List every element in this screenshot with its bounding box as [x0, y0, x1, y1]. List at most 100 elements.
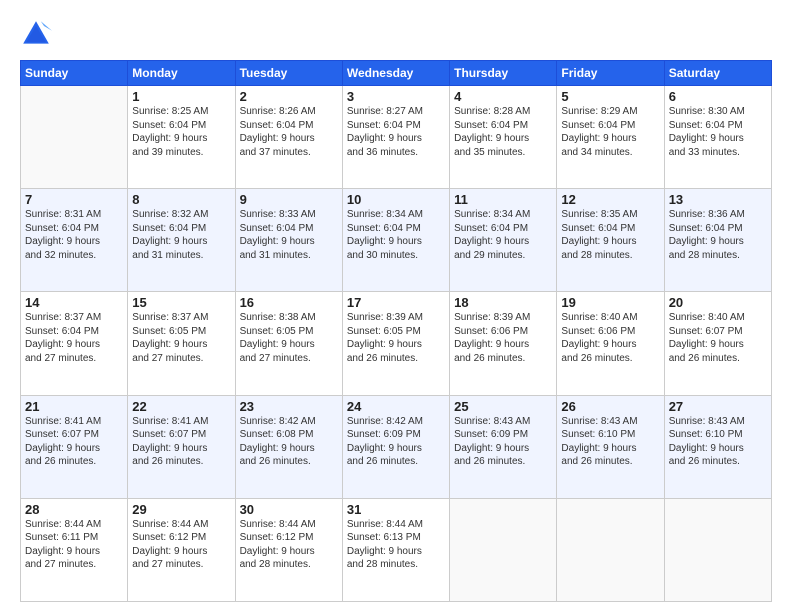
- calendar-cell: 17Sunrise: 8:39 AMSunset: 6:05 PMDayligh…: [342, 292, 449, 395]
- calendar-header-saturday: Saturday: [664, 61, 771, 86]
- day-info: Sunrise: 8:40 AMSunset: 6:07 PMDaylight:…: [669, 311, 767, 365]
- day-number: 9: [240, 192, 338, 207]
- day-number: 16: [240, 295, 338, 310]
- calendar-cell: 23Sunrise: 8:42 AMSunset: 6:08 PMDayligh…: [235, 395, 342, 498]
- day-info: Sunrise: 8:27 AMSunset: 6:04 PMDaylight:…: [347, 105, 445, 159]
- calendar-cell: 12Sunrise: 8:35 AMSunset: 6:04 PMDayligh…: [557, 189, 664, 292]
- day-info: Sunrise: 8:41 AMSunset: 6:07 PMDaylight:…: [25, 415, 123, 469]
- day-info: Sunrise: 8:34 AMSunset: 6:04 PMDaylight:…: [347, 208, 445, 262]
- day-number: 12: [561, 192, 659, 207]
- calendar-cell: 20Sunrise: 8:40 AMSunset: 6:07 PMDayligh…: [664, 292, 771, 395]
- day-info: Sunrise: 8:44 AMSunset: 6:12 PMDaylight:…: [132, 518, 230, 572]
- calendar-cell: 15Sunrise: 8:37 AMSunset: 6:05 PMDayligh…: [128, 292, 235, 395]
- calendar-cell: 30Sunrise: 8:44 AMSunset: 6:12 PMDayligh…: [235, 498, 342, 601]
- day-info: Sunrise: 8:25 AMSunset: 6:04 PMDaylight:…: [132, 105, 230, 159]
- day-info: Sunrise: 8:33 AMSunset: 6:04 PMDaylight:…: [240, 208, 338, 262]
- day-number: 30: [240, 502, 338, 517]
- calendar-header-row: SundayMondayTuesdayWednesdayThursdayFrid…: [21, 61, 772, 86]
- calendar-cell: [557, 498, 664, 601]
- day-info: Sunrise: 8:37 AMSunset: 6:04 PMDaylight:…: [25, 311, 123, 365]
- calendar-week-row: 1Sunrise: 8:25 AMSunset: 6:04 PMDaylight…: [21, 86, 772, 189]
- day-number: 28: [25, 502, 123, 517]
- calendar-cell: 22Sunrise: 8:41 AMSunset: 6:07 PMDayligh…: [128, 395, 235, 498]
- calendar-cell: 29Sunrise: 8:44 AMSunset: 6:12 PMDayligh…: [128, 498, 235, 601]
- day-number: 21: [25, 399, 123, 414]
- day-info: Sunrise: 8:39 AMSunset: 6:06 PMDaylight:…: [454, 311, 552, 365]
- calendar-cell: 21Sunrise: 8:41 AMSunset: 6:07 PMDayligh…: [21, 395, 128, 498]
- day-info: Sunrise: 8:32 AMSunset: 6:04 PMDaylight:…: [132, 208, 230, 262]
- calendar-week-row: 28Sunrise: 8:44 AMSunset: 6:11 PMDayligh…: [21, 498, 772, 601]
- calendar-week-row: 14Sunrise: 8:37 AMSunset: 6:04 PMDayligh…: [21, 292, 772, 395]
- calendar-cell: 4Sunrise: 8:28 AMSunset: 6:04 PMDaylight…: [450, 86, 557, 189]
- day-number: 1: [132, 89, 230, 104]
- day-info: Sunrise: 8:43 AMSunset: 6:10 PMDaylight:…: [561, 415, 659, 469]
- day-info: Sunrise: 8:37 AMSunset: 6:05 PMDaylight:…: [132, 311, 230, 365]
- page: SundayMondayTuesdayWednesdayThursdayFrid…: [0, 0, 792, 612]
- calendar-cell: 18Sunrise: 8:39 AMSunset: 6:06 PMDayligh…: [450, 292, 557, 395]
- day-number: 13: [669, 192, 767, 207]
- calendar-cell: 13Sunrise: 8:36 AMSunset: 6:04 PMDayligh…: [664, 189, 771, 292]
- calendar-header-tuesday: Tuesday: [235, 61, 342, 86]
- day-info: Sunrise: 8:38 AMSunset: 6:05 PMDaylight:…: [240, 311, 338, 365]
- calendar-header-monday: Monday: [128, 61, 235, 86]
- calendar-cell: 2Sunrise: 8:26 AMSunset: 6:04 PMDaylight…: [235, 86, 342, 189]
- calendar-cell: [450, 498, 557, 601]
- calendar-cell: 31Sunrise: 8:44 AMSunset: 6:13 PMDayligh…: [342, 498, 449, 601]
- calendar-cell: 5Sunrise: 8:29 AMSunset: 6:04 PMDaylight…: [557, 86, 664, 189]
- day-info: Sunrise: 8:42 AMSunset: 6:09 PMDaylight:…: [347, 415, 445, 469]
- day-info: Sunrise: 8:34 AMSunset: 6:04 PMDaylight:…: [454, 208, 552, 262]
- calendar-week-row: 7Sunrise: 8:31 AMSunset: 6:04 PMDaylight…: [21, 189, 772, 292]
- day-number: 2: [240, 89, 338, 104]
- header: [20, 18, 772, 50]
- day-info: Sunrise: 8:36 AMSunset: 6:04 PMDaylight:…: [669, 208, 767, 262]
- calendar-cell: 7Sunrise: 8:31 AMSunset: 6:04 PMDaylight…: [21, 189, 128, 292]
- day-number: 24: [347, 399, 445, 414]
- calendar-cell: 3Sunrise: 8:27 AMSunset: 6:04 PMDaylight…: [342, 86, 449, 189]
- calendar-header-thursday: Thursday: [450, 61, 557, 86]
- day-info: Sunrise: 8:44 AMSunset: 6:13 PMDaylight:…: [347, 518, 445, 572]
- day-info: Sunrise: 8:28 AMSunset: 6:04 PMDaylight:…: [454, 105, 552, 159]
- day-info: Sunrise: 8:40 AMSunset: 6:06 PMDaylight:…: [561, 311, 659, 365]
- calendar-week-row: 21Sunrise: 8:41 AMSunset: 6:07 PMDayligh…: [21, 395, 772, 498]
- calendar-cell: 10Sunrise: 8:34 AMSunset: 6:04 PMDayligh…: [342, 189, 449, 292]
- day-info: Sunrise: 8:44 AMSunset: 6:12 PMDaylight:…: [240, 518, 338, 572]
- calendar-cell: 28Sunrise: 8:44 AMSunset: 6:11 PMDayligh…: [21, 498, 128, 601]
- day-number: 26: [561, 399, 659, 414]
- calendar-header-wednesday: Wednesday: [342, 61, 449, 86]
- day-number: 20: [669, 295, 767, 310]
- day-number: 6: [669, 89, 767, 104]
- calendar: SundayMondayTuesdayWednesdayThursdayFrid…: [20, 60, 772, 602]
- day-info: Sunrise: 8:31 AMSunset: 6:04 PMDaylight:…: [25, 208, 123, 262]
- day-number: 8: [132, 192, 230, 207]
- calendar-cell: 16Sunrise: 8:38 AMSunset: 6:05 PMDayligh…: [235, 292, 342, 395]
- calendar-cell: 26Sunrise: 8:43 AMSunset: 6:10 PMDayligh…: [557, 395, 664, 498]
- day-info: Sunrise: 8:43 AMSunset: 6:10 PMDaylight:…: [669, 415, 767, 469]
- calendar-cell: 27Sunrise: 8:43 AMSunset: 6:10 PMDayligh…: [664, 395, 771, 498]
- day-number: 7: [25, 192, 123, 207]
- calendar-cell: 25Sunrise: 8:43 AMSunset: 6:09 PMDayligh…: [450, 395, 557, 498]
- day-number: 25: [454, 399, 552, 414]
- day-number: 19: [561, 295, 659, 310]
- day-number: 5: [561, 89, 659, 104]
- calendar-header-friday: Friday: [557, 61, 664, 86]
- day-number: 22: [132, 399, 230, 414]
- day-number: 3: [347, 89, 445, 104]
- calendar-cell: 19Sunrise: 8:40 AMSunset: 6:06 PMDayligh…: [557, 292, 664, 395]
- day-number: 27: [669, 399, 767, 414]
- day-number: 14: [25, 295, 123, 310]
- day-number: 15: [132, 295, 230, 310]
- logo: [20, 18, 58, 50]
- calendar-cell: [664, 498, 771, 601]
- day-info: Sunrise: 8:41 AMSunset: 6:07 PMDaylight:…: [132, 415, 230, 469]
- day-info: Sunrise: 8:29 AMSunset: 6:04 PMDaylight:…: [561, 105, 659, 159]
- calendar-cell: 24Sunrise: 8:42 AMSunset: 6:09 PMDayligh…: [342, 395, 449, 498]
- logo-icon: [20, 18, 52, 50]
- day-number: 10: [347, 192, 445, 207]
- day-info: Sunrise: 8:42 AMSunset: 6:08 PMDaylight:…: [240, 415, 338, 469]
- day-info: Sunrise: 8:44 AMSunset: 6:11 PMDaylight:…: [25, 518, 123, 572]
- day-info: Sunrise: 8:26 AMSunset: 6:04 PMDaylight:…: [240, 105, 338, 159]
- calendar-cell: 9Sunrise: 8:33 AMSunset: 6:04 PMDaylight…: [235, 189, 342, 292]
- day-number: 23: [240, 399, 338, 414]
- calendar-cell: 1Sunrise: 8:25 AMSunset: 6:04 PMDaylight…: [128, 86, 235, 189]
- day-number: 18: [454, 295, 552, 310]
